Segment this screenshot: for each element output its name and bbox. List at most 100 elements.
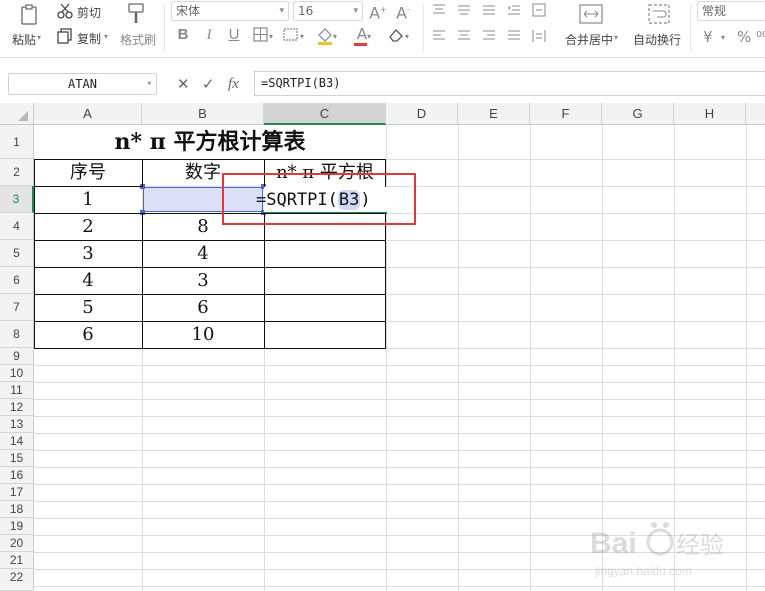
cell-a5[interactable]: 3	[34, 241, 142, 267]
decrease-indent-icon[interactable]	[507, 3, 521, 20]
row-header-5[interactable]: 5	[0, 240, 34, 267]
row-header-14[interactable]: 14	[0, 433, 34, 450]
row-header-3[interactable]: 3	[0, 186, 34, 213]
paste-icon[interactable]	[18, 4, 40, 26]
merge-center-icon[interactable]	[578, 3, 604, 28]
row-header-16[interactable]: 16	[0, 467, 34, 484]
cell-a3[interactable]: 1	[34, 187, 142, 213]
merge-center-button[interactable]: 合并居中	[565, 31, 613, 48]
copy-button[interactable]: 复制	[77, 30, 101, 47]
number-format-select[interactable]: 常规	[697, 1, 765, 21]
percent-button[interactable]: %	[737, 28, 751, 46]
scissors-icon[interactable]	[56, 2, 74, 20]
row-header-12[interactable]: 12	[0, 399, 34, 416]
cell-style-icon[interactable]: ▾	[282, 27, 308, 46]
cell-b5[interactable]: 4	[142, 241, 264, 267]
number-format-value: 常规	[702, 4, 727, 18]
row-header-10[interactable]: 10	[0, 365, 34, 382]
thousands-button[interactable]: ⁰⁰	[756, 28, 765, 46]
column-header-f[interactable]: F	[530, 103, 602, 125]
cell-a4[interactable]: 2	[34, 214, 142, 240]
confirm-icon[interactable]: ✓	[202, 73, 218, 95]
cell-a8[interactable]: 6	[34, 322, 142, 348]
row-header-18[interactable]: 18	[0, 501, 34, 518]
cancel-icon[interactable]: ✕	[177, 73, 191, 95]
cell-b6[interactable]: 3	[142, 268, 264, 294]
row-header-20[interactable]: 20	[0, 535, 34, 552]
increase-indent-icon[interactable]	[532, 3, 546, 20]
font-name-select[interactable]: 宋体 ▾	[171, 1, 289, 21]
chevron-down-icon: ▾	[279, 6, 284, 16]
align-middle-icon[interactable]	[457, 3, 471, 20]
justify-icon[interactable]	[507, 29, 521, 46]
row-header-17[interactable]: 17	[0, 484, 34, 501]
paste-label[interactable]: 粘贴	[12, 31, 36, 48]
row-header-21[interactable]: 21	[0, 552, 34, 569]
align-center-icon[interactable]	[457, 29, 471, 46]
select-all-corner[interactable]	[0, 103, 34, 125]
italic-button[interactable]: I	[201, 27, 217, 43]
merge-dropdown-icon[interactable]: ▾	[614, 33, 618, 42]
chevron-down-icon: ▾	[146, 79, 152, 89]
row-header-1[interactable]: 1	[0, 125, 34, 159]
increase-font-icon[interactable]: A+	[369, 2, 387, 21]
font-color-icon[interactable]: A▾	[352, 26, 376, 46]
column-header-d[interactable]: D	[386, 103, 458, 125]
font-size-value: 16	[298, 4, 314, 18]
cell-b7[interactable]: 6	[142, 295, 264, 321]
wrap-text-button[interactable]: 自动换行	[633, 31, 681, 48]
column-header-g[interactable]: G	[602, 103, 674, 125]
row-header-4[interactable]: 4	[0, 213, 34, 240]
column-header-i[interactable]	[746, 103, 765, 125]
currency-dropdown-icon[interactable]: ▾	[721, 33, 725, 42]
paste-dropdown-icon[interactable]: ▾	[37, 33, 41, 42]
fill-color-icon[interactable]: ▾	[316, 27, 340, 48]
row-header-11[interactable]: 11	[0, 382, 34, 399]
cut-button[interactable]: 剪切	[77, 4, 101, 21]
cell-a7[interactable]: 5	[34, 295, 142, 321]
row-header-8[interactable]: 8	[0, 321, 34, 348]
svg-text:▾: ▾	[269, 32, 273, 41]
svg-text:▾: ▾	[405, 32, 409, 41]
column-header-c[interactable]: C	[264, 103, 386, 125]
decrease-font-icon[interactable]: A-	[394, 2, 412, 21]
name-box-value: ATAN	[68, 77, 97, 91]
row-header-7[interactable]: 7	[0, 294, 34, 321]
cell-a6[interactable]: 4	[34, 268, 142, 294]
format-painter-button[interactable]: 格式刷	[120, 31, 156, 48]
border-icon[interactable]: ▾	[252, 27, 274, 46]
column-header-b[interactable]: B	[142, 103, 264, 125]
row-header-6[interactable]: 6	[0, 267, 34, 294]
column-header-a[interactable]: A	[34, 103, 142, 125]
cell-b8[interactable]: 10	[142, 322, 264, 348]
copy-icon[interactable]	[56, 27, 74, 45]
name-box[interactable]: ATAN ▾	[8, 73, 157, 95]
currency-button[interactable]: ¥	[703, 28, 713, 46]
align-bottom-icon[interactable]	[482, 3, 496, 20]
row-header-9[interactable]: 9	[0, 348, 34, 365]
align-top-icon[interactable]	[432, 3, 446, 20]
bold-button[interactable]: B	[175, 27, 191, 43]
row-header-15[interactable]: 15	[0, 450, 34, 467]
row-header-2[interactable]: 2	[0, 159, 34, 186]
align-right-icon[interactable]	[482, 29, 496, 46]
row-header-13[interactable]: 13	[0, 416, 34, 433]
column-header-h[interactable]: H	[674, 103, 746, 125]
sheet-title[interactable]: n* π 平方根计算表	[35, 126, 385, 159]
underline-button[interactable]: U	[226, 27, 242, 43]
svg-text:▾: ▾	[333, 32, 337, 41]
formula-input[interactable]: =SQRTPI(B3)	[254, 71, 765, 96]
column-header-e[interactable]: E	[458, 103, 530, 125]
header-seq[interactable]: 序号	[34, 160, 142, 186]
eraser-icon[interactable]: ▾	[386, 27, 414, 46]
row-header-19[interactable]: 19	[0, 518, 34, 535]
format-painter-icon[interactable]	[126, 2, 146, 26]
distributed-align-icon[interactable]	[532, 29, 546, 46]
row-header-22[interactable]: 22	[0, 569, 34, 591]
wrap-text-icon[interactable]	[647, 3, 671, 28]
font-size-select[interactable]: 16 ▾	[293, 1, 363, 21]
svg-text:Bai: Bai	[590, 527, 637, 560]
insert-function-button[interactable]: fx	[228, 73, 248, 95]
align-left-icon[interactable]	[432, 29, 446, 46]
copy-dropdown-icon[interactable]: ▾	[104, 32, 108, 41]
